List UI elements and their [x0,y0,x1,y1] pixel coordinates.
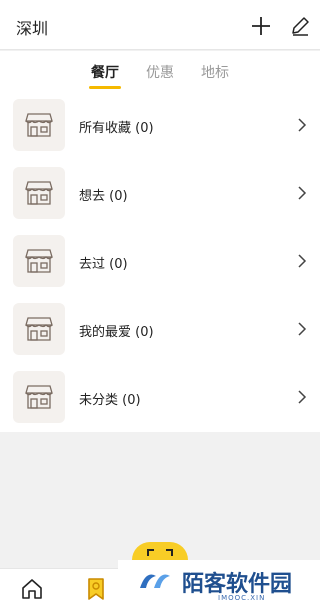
collection-list: 所有收藏 (0) 想去 (0) 去过 (0) 我的最爱 (0) 未分类 (0) [0,91,320,432]
chevron-right-icon [298,118,307,132]
tab-landmark[interactable]: 地标 [195,62,235,82]
category-tabs: 餐厅 优惠 地标 [0,51,320,91]
store-icon [25,249,53,273]
chevron-right-icon [298,322,307,336]
watermark: 陌客软件园 IMOOC.XIN [118,560,320,608]
store-icon [25,317,53,341]
list-item-label: 去过 (0) [79,257,128,272]
list-item[interactable]: 想去 (0) [0,159,320,227]
store-icon [25,385,53,409]
watermark-logo [140,574,170,588]
list-item[interactable]: 未分类 (0) [0,363,320,431]
store-icon [25,113,53,137]
top-bar: 深圳 [0,0,320,50]
active-tab-indicator [89,86,121,89]
chevron-right-icon [298,390,307,404]
list-item-label: 未分类 (0) [79,393,141,408]
store-thumbnail [13,235,65,287]
chevron-right-icon [298,254,307,268]
store-thumbnail [13,371,65,423]
plus-icon[interactable] [250,15,272,37]
watermark-subtitle: IMOOC.XIN [218,594,266,602]
bookmark-icon[interactable] [84,577,108,601]
tab-restaurant[interactable]: 餐厅 [85,62,125,82]
list-item[interactable]: 我的最爱 (0) [0,295,320,363]
home-icon[interactable] [20,577,44,601]
list-item[interactable]: 所有收藏 (0) [0,91,320,159]
store-thumbnail [13,303,65,355]
tab-discount[interactable]: 优惠 [140,62,180,82]
store-thumbnail [13,99,65,151]
list-item-label: 想去 (0) [79,189,128,204]
list-item-label: 我的最爱 (0) [79,325,154,340]
city-selector[interactable]: 深圳 [16,15,48,39]
store-thumbnail [13,167,65,219]
store-icon [25,181,53,205]
chevron-right-icon [298,186,307,200]
edit-icon[interactable] [289,15,311,37]
list-item-label: 所有收藏 (0) [79,121,154,136]
list-item[interactable]: 去过 (0) [0,227,320,295]
